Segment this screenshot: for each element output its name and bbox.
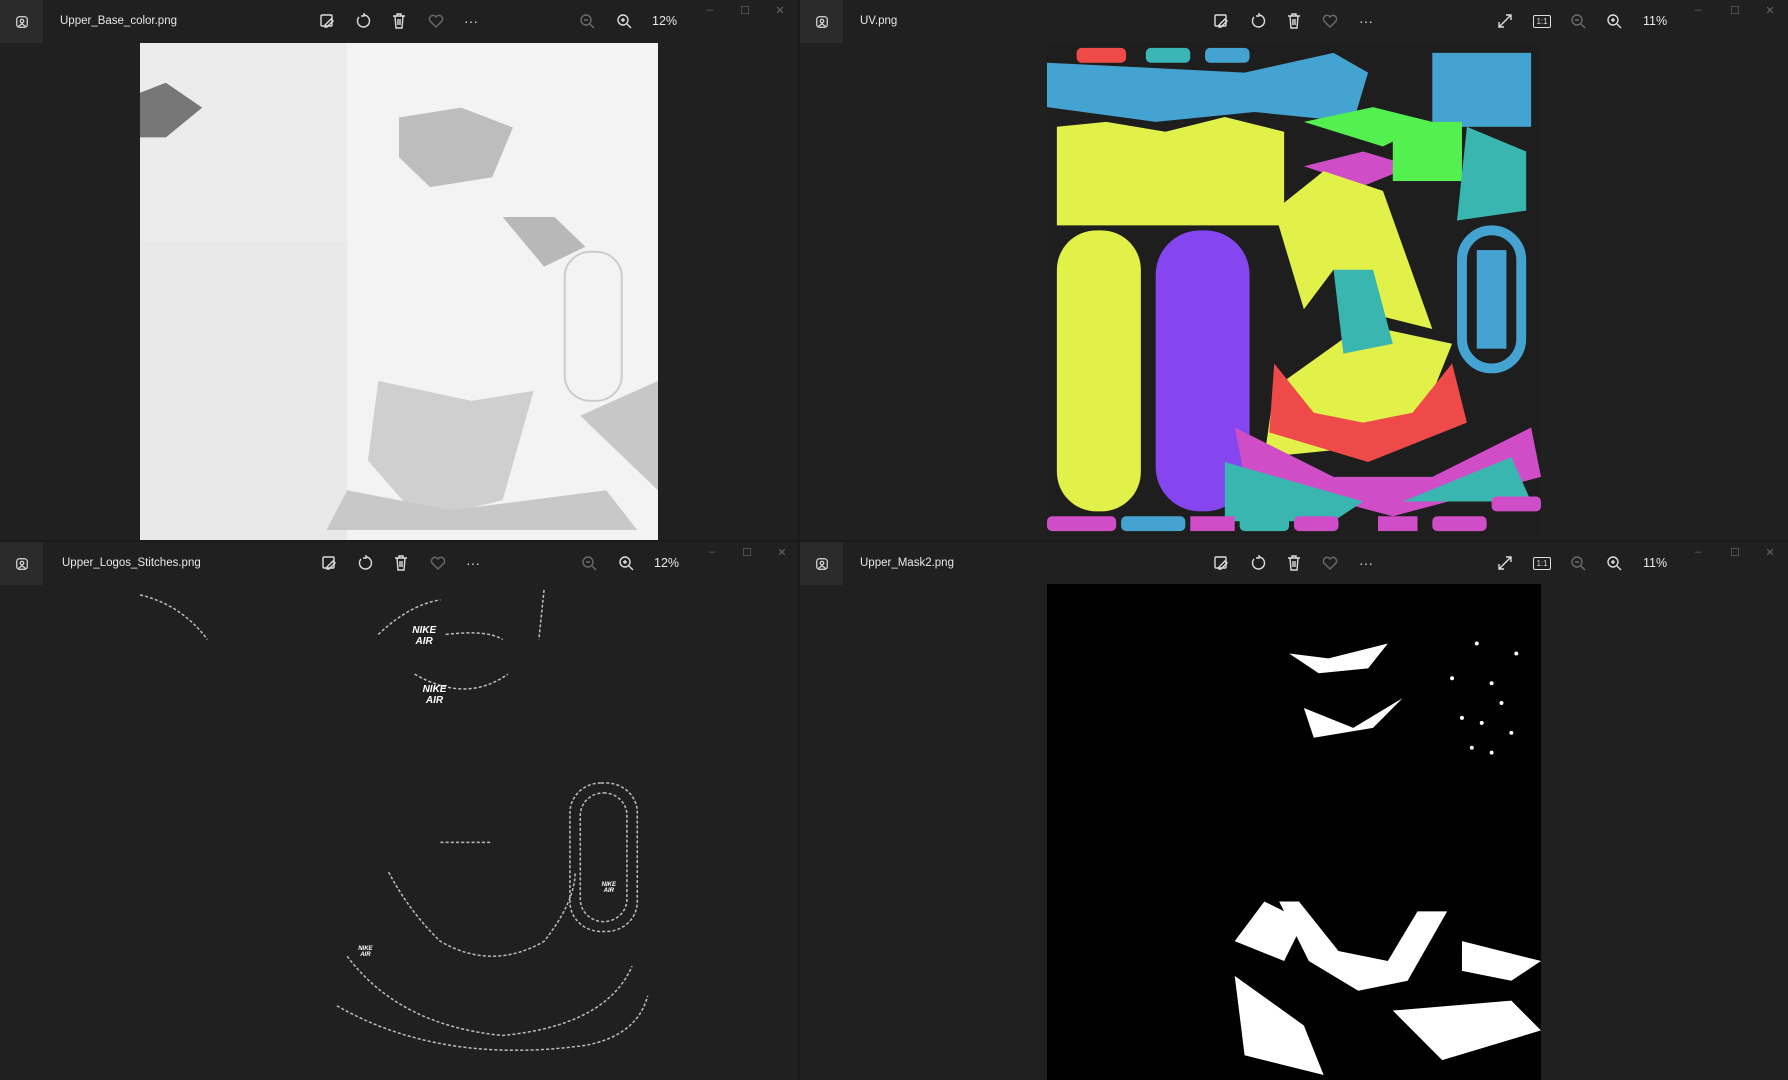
zoom-in-icon[interactable]: [1604, 553, 1624, 573]
close-button[interactable]: ✕: [1760, 546, 1780, 562]
delete-icon[interactable]: [391, 553, 411, 573]
more-options-button[interactable]: ···: [1356, 553, 1376, 573]
actual-size-button[interactable]: 1:1: [1532, 553, 1552, 573]
edit-image-icon[interactable]: [317, 11, 337, 31]
close-button[interactable]: ✕: [1760, 4, 1780, 20]
zoom-level[interactable]: 11%: [1643, 556, 1667, 570]
zoom-out-icon[interactable]: [577, 11, 597, 31]
close-button[interactable]: ✕: [772, 546, 792, 562]
file-name: UV.png: [860, 15, 898, 27]
rotate-icon[interactable]: [1248, 553, 1268, 573]
photos-app-icon[interactable]: [800, 0, 843, 43]
nike-air-logo: NIKE AIR: [358, 946, 373, 959]
zoom-level[interactable]: 12%: [654, 556, 679, 570]
maximize-button[interactable]: ☐: [735, 4, 755, 20]
zoom-out-icon[interactable]: [579, 553, 599, 573]
minimize-button[interactable]: –: [1688, 4, 1708, 20]
edit-image-icon[interactable]: [1211, 553, 1231, 573]
delete-icon[interactable]: [389, 11, 409, 31]
file-name: Upper_Mask2.png: [860, 557, 954, 569]
rotate-icon[interactable]: [1248, 11, 1268, 31]
delete-icon[interactable]: [1284, 11, 1304, 31]
favorite-heart-icon[interactable]: [1320, 11, 1340, 31]
maximize-button[interactable]: ☐: [737, 546, 757, 562]
image-logos-stitches: NIKE AIR NIKE AIR NIKE AIR NIKE AIR: [140, 585, 658, 1080]
photos-app-icon[interactable]: [0, 542, 43, 585]
edit-image-icon[interactable]: [1211, 11, 1231, 31]
favorite-heart-icon[interactable]: [1320, 553, 1340, 573]
zoom-in-icon[interactable]: [1604, 11, 1624, 31]
edit-image-icon[interactable]: [319, 553, 339, 573]
nike-air-logo: NIKE AIR: [601, 882, 616, 894]
title-bar: Upper_Mask2.png ··· 1:1 11% – ☐ ✕: [800, 542, 1788, 585]
zoom-in-icon[interactable]: [616, 553, 636, 573]
favorite-heart-icon[interactable]: [428, 553, 448, 573]
nike-air-logo: NIKE AIR: [422, 684, 447, 706]
viewer-window-uv: UV.png ··· 1:1 11% – ☐ ✕: [800, 0, 1788, 540]
photos-app-icon[interactable]: [0, 0, 43, 43]
fullscreen-icon[interactable]: [1495, 11, 1515, 31]
viewer-window-mask: Upper_Mask2.png ··· 1:1 11% – ☐ ✕: [800, 542, 1788, 1080]
zoom-in-icon[interactable]: [614, 11, 634, 31]
minimize-button[interactable]: –: [700, 4, 720, 20]
rotate-icon[interactable]: [353, 11, 373, 31]
fullscreen-icon[interactable]: [1495, 553, 1515, 573]
title-bar: UV.png ··· 1:1 11% – ☐ ✕: [800, 0, 1788, 43]
image-base-color: [140, 43, 658, 540]
close-button[interactable]: ✕: [770, 4, 790, 20]
viewer-window-logos-stitches: Upper_Logos_Stitches.png ··· 12% – ☐ ✕ N…: [0, 542, 798, 1080]
zoom-out-icon[interactable]: [1568, 553, 1588, 573]
more-options-button[interactable]: ···: [461, 11, 481, 31]
more-options-button[interactable]: ···: [1356, 11, 1376, 31]
more-options-button[interactable]: ···: [463, 553, 483, 573]
file-name: Upper_Base_color.png: [60, 15, 177, 27]
rotate-icon[interactable]: [355, 553, 375, 573]
maximize-button[interactable]: ☐: [1725, 4, 1745, 20]
actual-size-label: 1:1: [1533, 556, 1551, 570]
image-uv: [1047, 43, 1541, 536]
minimize-button[interactable]: –: [702, 546, 722, 562]
minimize-button[interactable]: –: [1688, 546, 1708, 562]
actual-size-button[interactable]: 1:1: [1532, 11, 1552, 31]
image-mask: [1047, 584, 1541, 1080]
zoom-level[interactable]: 11%: [1643, 14, 1667, 28]
zoom-level[interactable]: 12%: [652, 14, 677, 28]
nike-air-logo: NIKE AIR: [412, 624, 437, 647]
file-name: Upper_Logos_Stitches.png: [62, 557, 201, 569]
title-bar: Upper_Logos_Stitches.png ··· 12% – ☐ ✕: [0, 542, 798, 585]
actual-size-label: 1:1: [1533, 14, 1551, 28]
favorite-heart-icon[interactable]: [426, 11, 446, 31]
delete-icon[interactable]: [1284, 553, 1304, 573]
maximize-button[interactable]: ☐: [1725, 546, 1745, 562]
photos-app-icon[interactable]: [800, 542, 843, 585]
title-bar: Upper_Base_color.png ··· 12% – ☐ ✕: [0, 0, 798, 43]
zoom-out-icon[interactable]: [1568, 11, 1588, 31]
viewer-window-base-color: Upper_Base_color.png ··· 12% – ☐ ✕: [0, 0, 798, 540]
